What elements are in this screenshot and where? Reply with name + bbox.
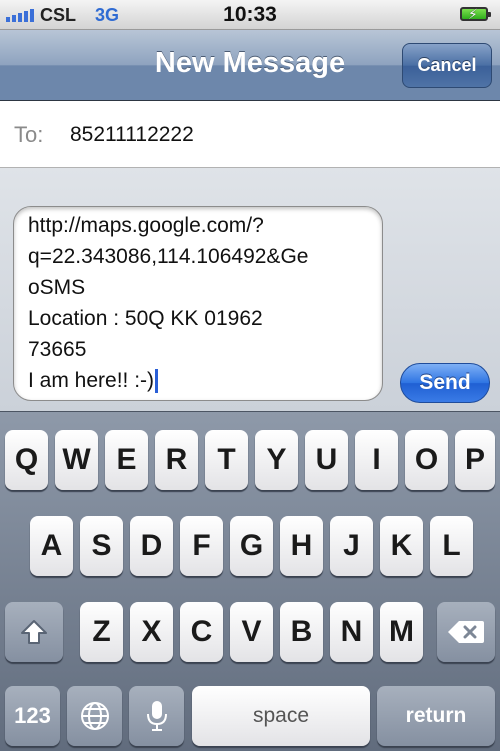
status-bar: CSL 3G 10:33 ⚡ bbox=[0, 0, 500, 30]
message-line: Location : 50Q KK 01962 bbox=[28, 307, 263, 330]
key-o[interactable]: O bbox=[405, 430, 448, 490]
send-button[interactable]: Send bbox=[400, 363, 490, 403]
key-k[interactable]: K bbox=[380, 516, 423, 576]
delete-key[interactable] bbox=[437, 602, 495, 662]
key-v[interactable]: V bbox=[230, 602, 273, 662]
network-type: 3G bbox=[95, 5, 120, 25]
message-line: http://maps.google.com/? bbox=[28, 214, 264, 237]
recipient-value[interactable]: 85211112222 bbox=[70, 123, 194, 147]
navigation-bar: New Message Cancel bbox=[0, 30, 500, 101]
battery-charging-icon: ⚡ bbox=[460, 6, 491, 22]
key-j[interactable]: J bbox=[330, 516, 373, 576]
message-input[interactable]: http://maps.google.com/? q=22.343086,114… bbox=[13, 206, 383, 401]
key-a[interactable]: A bbox=[30, 516, 73, 576]
text-cursor bbox=[155, 369, 159, 394]
key-p[interactable]: P bbox=[455, 430, 495, 490]
key-h[interactable]: H bbox=[280, 516, 323, 576]
key-g[interactable]: G bbox=[230, 516, 273, 576]
key-r[interactable]: R bbox=[155, 430, 198, 490]
key-x[interactable]: X bbox=[130, 602, 173, 662]
key-s[interactable]: S bbox=[80, 516, 123, 576]
message-line: I am here!! :-) bbox=[28, 369, 155, 392]
key-z[interactable]: Z bbox=[80, 602, 123, 662]
microphone-key[interactable] bbox=[129, 686, 184, 746]
shift-arrow-icon bbox=[21, 620, 47, 644]
microphone-icon bbox=[146, 701, 167, 731]
compose-area: http://maps.google.com/? q=22.343086,114… bbox=[0, 168, 500, 411]
space-key[interactable]: space bbox=[192, 686, 370, 746]
key-i[interactable]: I bbox=[355, 430, 398, 490]
signal-bars-icon bbox=[6, 8, 34, 22]
key-e[interactable]: E bbox=[105, 430, 148, 490]
key-t[interactable]: T bbox=[205, 430, 248, 490]
message-line: 73665 bbox=[28, 338, 87, 361]
message-line: q=22.343086,114.106492&Ge bbox=[28, 245, 309, 268]
key-b[interactable]: B bbox=[280, 602, 323, 662]
return-key[interactable]: return bbox=[377, 686, 495, 746]
backspace-icon bbox=[448, 621, 484, 643]
key-d[interactable]: D bbox=[130, 516, 173, 576]
key-y[interactable]: Y bbox=[255, 430, 298, 490]
globe-key[interactable] bbox=[67, 686, 122, 746]
key-q[interactable]: Q bbox=[5, 430, 48, 490]
key-l[interactable]: L bbox=[430, 516, 473, 576]
key-n[interactable]: N bbox=[330, 602, 373, 662]
keyboard: Q W E R T Y U I O P A S D F G H J K L Z … bbox=[0, 411, 500, 751]
globe-icon bbox=[80, 702, 109, 730]
key-u[interactable]: U bbox=[305, 430, 348, 490]
key-c[interactable]: C bbox=[180, 602, 223, 662]
key-f[interactable]: F bbox=[180, 516, 223, 576]
message-line: oSMS bbox=[28, 276, 86, 299]
shift-key[interactable] bbox=[5, 602, 63, 662]
recipient-label: To: bbox=[14, 122, 44, 147]
recipient-field[interactable]: To: 85211112222 bbox=[0, 101, 500, 168]
key-w[interactable]: W bbox=[55, 430, 98, 490]
cancel-button[interactable]: Cancel bbox=[402, 43, 492, 88]
numbers-key[interactable]: 123 bbox=[5, 686, 60, 746]
key-m[interactable]: M bbox=[380, 602, 423, 662]
carrier-name: CSL bbox=[40, 5, 76, 25]
